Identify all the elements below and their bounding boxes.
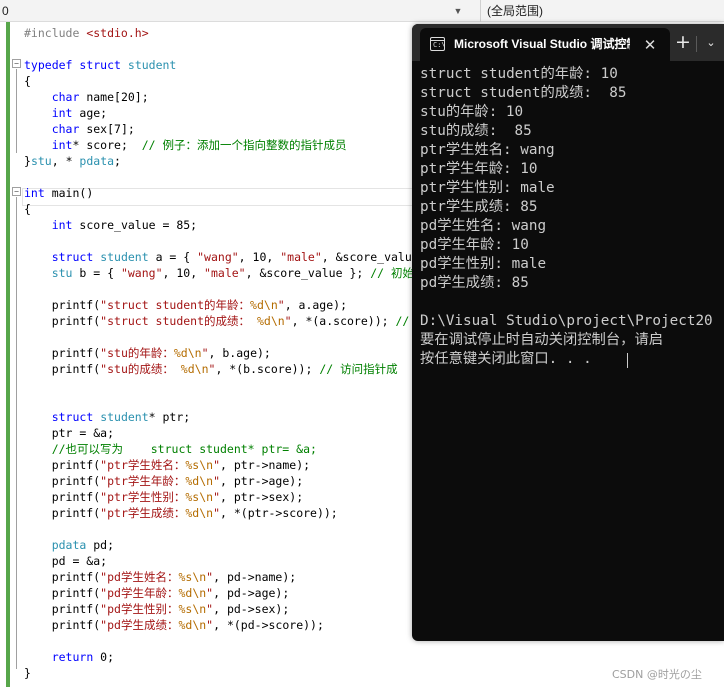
console-output-line: pd学生姓名: wang — [420, 218, 547, 234]
console-output-line: stu的年龄: 10 — [420, 104, 524, 120]
debug-console-window[interactable]: C:\ Microsoft Visual Studio 调试控制台 ✕ + ⌄ … — [412, 24, 724, 641]
watermark-text: CSDN @时光の尘 — [612, 668, 702, 681]
console-output-line: struct student的年龄: 10 — [420, 66, 618, 82]
change-tracking-bar — [6, 22, 10, 687]
fold-toggle-icon[interactable]: − — [12, 59, 21, 68]
code-line-printf: printf("ptr学生年龄：%d\n", ptr->age); — [24, 474, 304, 488]
scope-dropdown-value: 0 — [2, 4, 9, 18]
code-line-printf: printf("struct student的年龄：%d\n", a.age); — [24, 298, 347, 312]
console-cursor — [627, 353, 628, 368]
code-line-printf: printf("stu的成绩： %d\n", *(b.score)); // 访… — [24, 362, 398, 376]
console-tab-title: Microsoft Visual Studio 调试控制台 — [454, 37, 630, 51]
console-output-line: ptr学生姓名: wang — [420, 142, 555, 158]
console-tab-strip: C:\ Microsoft Visual Studio 调试控制台 ✕ + ⌄ — [412, 24, 724, 61]
code-line-printf: printf("pd学生成绩：%d\n", *(pd->score)); — [24, 618, 324, 632]
code-line-score-value: int score_value = 85; — [51, 218, 198, 232]
console-output-line: pd学生成绩: 85 — [420, 275, 529, 291]
code-line-printf: printf("pd学生性别：%s\n", pd->sex); — [24, 602, 290, 616]
console-output-line: ptr学生性别: male — [420, 180, 555, 196]
code-line-ptr-decl: struct student* ptr; — [51, 410, 191, 424]
console-output-line: struct student的成绩: 85 — [420, 85, 627, 101]
code-line-brace: { — [24, 74, 31, 88]
code-line-return: return 0; — [51, 650, 115, 664]
console-output-line: pd学生年龄: 10 — [420, 237, 529, 253]
console-output-line: ptr学生年龄: 10 — [420, 161, 538, 177]
console-tab[interactable]: C:\ Microsoft Visual Studio 调试控制台 ✕ — [420, 28, 670, 61]
code-line-comment: //也可以写为 struct student* ptr= &a; — [51, 442, 317, 456]
code-line-printf: printf("ptr学生成绩：%d\n", *(ptr->score)); — [24, 506, 338, 520]
code-line-printf: printf("ptr学生性别：%s\n", ptr->sex); — [24, 490, 304, 504]
code-line-printf: printf("stu的年龄：%d\n", b.age); — [24, 346, 271, 360]
code-line-pd-decl: pdata pd; — [51, 538, 115, 552]
code-line-printf: printf("ptr学生姓名：%s\n", ptr->name); — [24, 458, 311, 472]
code-line-typedef: typedef struct student — [24, 58, 177, 72]
code-line-pd-assign: pd = &a; — [24, 554, 108, 568]
code-line-main: int main() — [24, 186, 94, 200]
fold-guide — [16, 197, 17, 669]
chevron-down-icon[interactable]: ▼ — [452, 0, 464, 22]
console-output-line: stu的成绩: 85 — [420, 123, 532, 139]
code-line-ptr-assign: ptr = &a; — [24, 426, 115, 440]
scope-dropdown[interactable]: 0 ▼ — [0, 0, 466, 22]
console-output-notice: 要在调试停止时自动关闭控制台，请启 — [420, 332, 664, 348]
console-output-prompt: 按任意键关闭此窗口. . . — [420, 351, 592, 367]
console-output-path: D:\Visual Studio\project\Project20 — [420, 313, 713, 329]
code-line-struct-a: struct student a = { "wang", 10, "male",… — [51, 250, 419, 264]
code-line-printf: printf("struct student的成绩： %d\n", *(a.sc… — [24, 314, 410, 328]
tab-divider — [696, 36, 697, 52]
console-output-line: pd学生性别: male — [420, 256, 547, 272]
chevron-down-icon[interactable]: ⌄ — [701, 30, 721, 56]
fold-guide — [16, 69, 17, 153]
code-line-stu-b: stu b = { "wang", 10, "male", &score_val… — [51, 266, 414, 280]
code-line-sex: char sex[7]; — [51, 122, 135, 136]
code-line-struct-end: }stu, * pdata; — [24, 154, 121, 168]
code-line-brace: { — [24, 202, 31, 216]
close-icon[interactable]: ✕ — [639, 34, 661, 56]
code-line-name: char name[20]; — [51, 90, 149, 104]
code-line-age: int age; — [51, 106, 108, 120]
new-tab-button[interactable]: + — [670, 30, 696, 56]
console-output-line: ptr学生成绩: 85 — [420, 199, 538, 215]
editor-gutter: − − — [0, 22, 22, 687]
code-line-printf: printf("pd学生姓名：%s\n", pd->name); — [24, 570, 297, 584]
code-line-include: #include <stdio.h> — [24, 26, 149, 40]
code-line-brace: } — [24, 666, 31, 680]
navigation-bar: 0 ▼ (全局范围) — [0, 0, 724, 22]
code-line-score: int* score; // 例子：添加一个指向整数的指针成员 — [51, 138, 347, 152]
fold-toggle-icon[interactable]: − — [12, 187, 21, 196]
member-dropdown-value: (全局范围) — [487, 4, 543, 18]
terminal-icon: C:\ — [430, 37, 446, 51]
member-dropdown[interactable]: (全局范围) — [480, 0, 724, 22]
code-line-printf: printf("pd学生年龄：%d\n", pd->age); — [24, 586, 290, 600]
